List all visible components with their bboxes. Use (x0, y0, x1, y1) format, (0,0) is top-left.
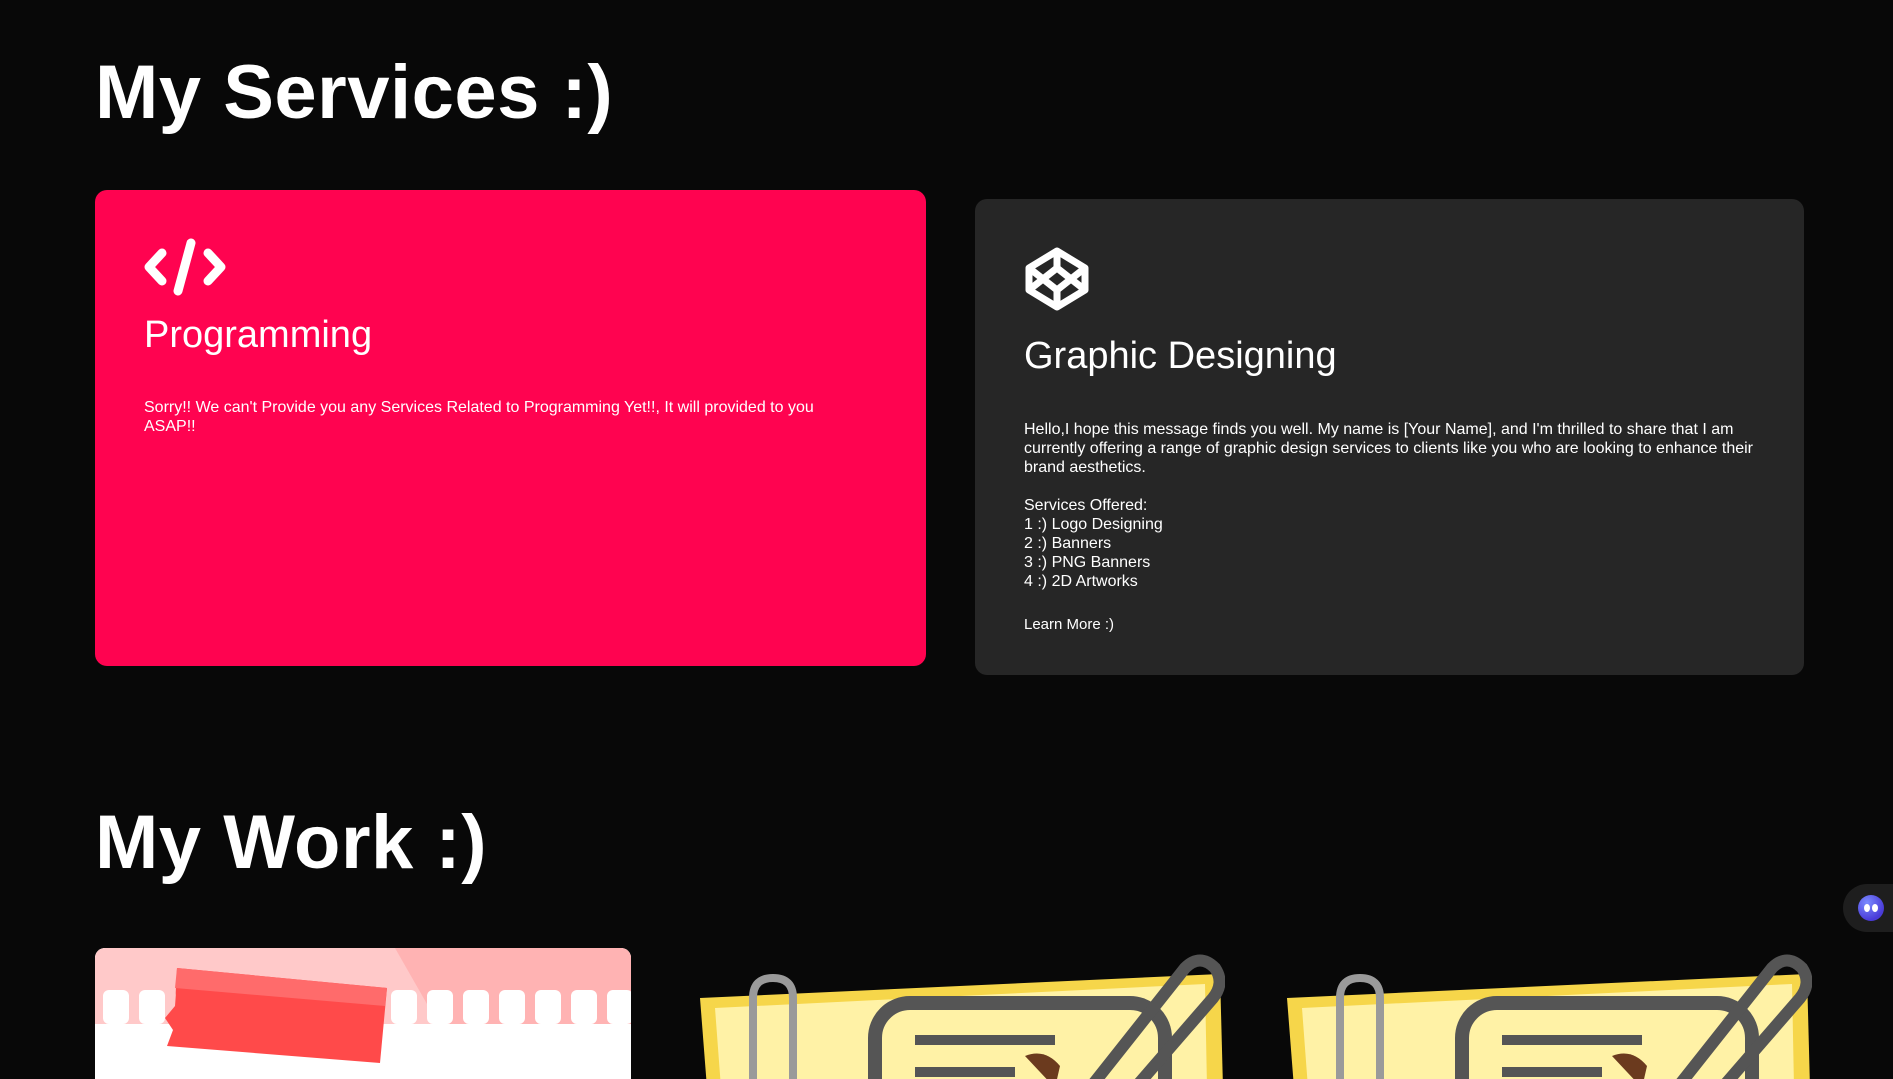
services-offered-block: Services Offered: 1 :) Logo Designing 2 … (1024, 496, 1754, 591)
torn-tape-banner-image (95, 948, 631, 1079)
work-item-sticky-note[interactable] (1282, 948, 1812, 1079)
services-list-item: 4 :) 2D Artworks (1024, 572, 1138, 590)
work-heading: My Work :) (95, 800, 488, 885)
graphic-design-intro: Hello,I hope this message finds you well… (1024, 420, 1754, 476)
work-item-sticky-note[interactable] (695, 948, 1225, 1079)
work-item-torn-tape[interactable] (95, 948, 631, 1079)
programming-service-card: Programming Sorry!! We can't Provide you… (95, 190, 926, 666)
graphic-design-description: Hello,I hope this message finds you well… (1024, 420, 1754, 634)
services-offered-list: 1 :) Logo Designing 2 :) Banners 3 :) PN… (1024, 515, 1754, 591)
services-list-item: 3 :) PNG Banners (1024, 553, 1151, 571)
services-list-item: 1 :) Logo Designing (1024, 515, 1163, 533)
services-offered-heading: Services Offered: (1024, 496, 1148, 514)
graphic-design-title: Graphic Designing (1024, 335, 1337, 377)
page: My Services :) Programming Sorry!! We ca… (0, 0, 1893, 1079)
assistant-bot-icon (1858, 895, 1884, 921)
codepen-icon (1024, 247, 1755, 316)
services-heading: My Services :) (95, 50, 614, 135)
assistant-button[interactable] (1843, 884, 1893, 932)
code-icon (144, 238, 877, 301)
programming-description: Sorry!! We can't Provide you any Service… (144, 398, 814, 435)
sticky-note-paperclip-image (1287, 954, 1812, 1079)
graphic-design-service-card: Graphic Designing Hello,I hope this mess… (975, 199, 1804, 675)
programming-title: Programming (144, 314, 373, 356)
learn-more-link[interactable]: Learn More :) (1024, 615, 1114, 634)
services-list-item: 2 :) Banners (1024, 534, 1112, 552)
sticky-note-paperclip-image (700, 954, 1225, 1079)
